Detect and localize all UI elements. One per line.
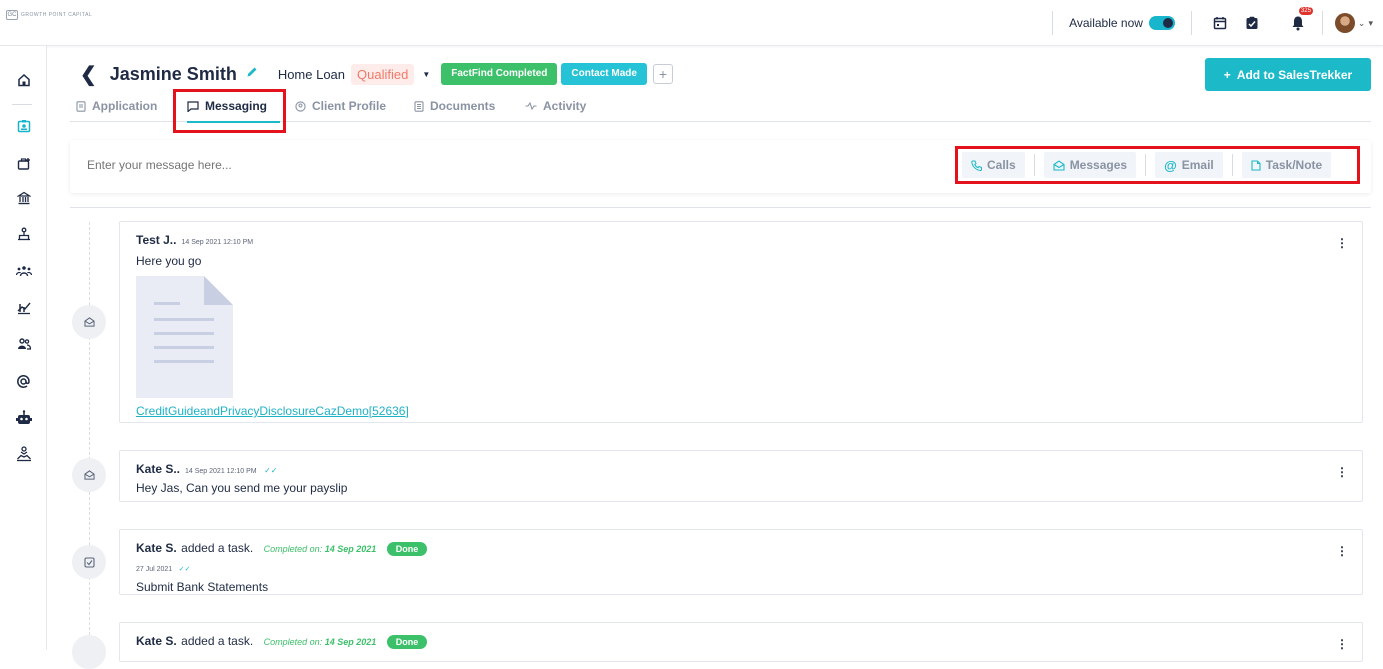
more-options-icon[interactable]: ⋮ bbox=[1336, 544, 1348, 558]
at-icon[interactable] bbox=[0, 369, 47, 393]
profile-icon bbox=[295, 100, 306, 112]
message-author[interactable]: Kate S.. bbox=[136, 462, 180, 476]
task-action: added a task. bbox=[181, 541, 254, 555]
completed-date: 14 Sep 2021 bbox=[324, 544, 377, 554]
completed-label: Completed on: bbox=[263, 637, 323, 647]
tab-application-label: Application bbox=[92, 99, 158, 113]
more-options-icon[interactable]: ⋮ bbox=[1336, 637, 1348, 651]
avatar[interactable] bbox=[1334, 13, 1355, 33]
document-icon bbox=[76, 100, 86, 112]
logo-mark: GC bbox=[6, 10, 18, 20]
task-author[interactable]: Kate S. bbox=[136, 541, 177, 555]
task-timeline-dot bbox=[72, 545, 106, 579]
double-check-icon: ✓✓ bbox=[178, 566, 191, 573]
clients-icon[interactable] bbox=[0, 114, 47, 138]
more-options-icon[interactable]: ⋮ bbox=[1336, 236, 1348, 250]
client-name: Jasmine Smith bbox=[109, 63, 237, 84]
attachment-link[interactable]: CreditGuideandPrivacyDisclosureCazDemo[5… bbox=[136, 404, 409, 418]
highlight-box-composer-actions bbox=[955, 146, 1360, 184]
analytics-icon[interactable] bbox=[0, 296, 47, 320]
user-menu[interactable]: ⌄ ▾ bbox=[1323, 13, 1383, 33]
message-input[interactable] bbox=[87, 158, 587, 172]
completed-info: Completed on: 14 Sep 2021 bbox=[264, 637, 377, 647]
availability-label: Available now bbox=[1069, 16, 1143, 30]
briefcase-add-icon[interactable] bbox=[0, 152, 47, 176]
status-badge: Qualified bbox=[351, 63, 415, 85]
done-badge: Done bbox=[386, 635, 428, 649]
company-logo[interactable]: GC GROWTH POINT CAPITAL bbox=[6, 10, 92, 20]
envelope-icon bbox=[83, 317, 95, 327]
tab-activity[interactable]: Activity bbox=[525, 90, 586, 122]
contact-made-pill[interactable]: Contact Made bbox=[561, 63, 647, 85]
task-text: Submit Bank Statements bbox=[136, 580, 269, 594]
add-stage-button[interactable]: + bbox=[652, 64, 673, 84]
back-arrow-icon[interactable]: ❮ bbox=[80, 62, 97, 87]
home-icon[interactable] bbox=[0, 68, 47, 92]
tab-client-profile-label: Client Profile bbox=[312, 99, 387, 113]
message-author[interactable]: Test J.. bbox=[136, 233, 176, 247]
availability-toggle-group[interactable]: Available now bbox=[1053, 16, 1191, 30]
sidebar bbox=[0, 46, 47, 650]
factfind-completed-pill[interactable]: FactFind Completed bbox=[441, 63, 558, 85]
client-header: ❮ Jasmine Smith Home Loan Qualified ▼ Fa… bbox=[70, 58, 673, 90]
bank-icon[interactable] bbox=[0, 186, 47, 210]
message-card: Kate S.. 14 Sep 2021 12:10 PM ✓✓ Hey Jas,… bbox=[119, 450, 1363, 502]
task-author[interactable]: Kate S. bbox=[136, 634, 177, 648]
timeline-line bbox=[89, 222, 90, 650]
notification-bell-icon[interactable]: 325 bbox=[1282, 0, 1314, 46]
task-check-icon bbox=[83, 556, 95, 568]
completed-label: Completed on: bbox=[263, 544, 323, 554]
message-text: Hey Jas, Can you send me your payslip bbox=[136, 481, 348, 495]
plus-icon: + bbox=[1223, 67, 1231, 82]
sidebar-divider bbox=[12, 104, 32, 105]
tab-activity-label: Activity bbox=[543, 99, 587, 113]
robot-icon[interactable] bbox=[0, 405, 47, 429]
task-check-icon[interactable] bbox=[1236, 0, 1268, 46]
hierarchy-icon[interactable] bbox=[0, 222, 47, 246]
divider bbox=[70, 207, 1371, 208]
loan-type: Home Loan bbox=[277, 66, 346, 82]
tab-documents-label: Documents bbox=[430, 99, 496, 113]
done-badge: Done bbox=[386, 542, 428, 556]
message-timestamp: 14 Sep 2021 12:10 PM bbox=[185, 468, 257, 475]
envelope-icon bbox=[83, 470, 95, 480]
task-action: added a task. bbox=[181, 634, 254, 648]
highlight-box-messaging-tab bbox=[173, 89, 286, 133]
tab-application[interactable]: Application bbox=[76, 90, 157, 122]
activity-icon bbox=[525, 101, 537, 111]
caret-down-icon: ▾ bbox=[1368, 17, 1373, 28]
top-bar: GC GROWTH POINT CAPITAL Available now 32… bbox=[0, 0, 1383, 46]
message-text: Here you go bbox=[136, 254, 202, 268]
handshake-icon[interactable] bbox=[0, 442, 47, 466]
message-timeline-dot bbox=[72, 305, 106, 339]
add-to-salestrekker-button[interactable]: + Add to SalesTrekker bbox=[1205, 58, 1371, 91]
logo-text: GROWTH POINT CAPITAL bbox=[21, 12, 93, 18]
message-timestamp: 14 Sep 2021 12:10 PM bbox=[181, 239, 254, 246]
calendar-icon[interactable] bbox=[1204, 0, 1236, 46]
more-options-icon[interactable]: ⋮ bbox=[1336, 465, 1348, 479]
task-card: Kate S. added a task. Completed on: 14 S… bbox=[119, 529, 1363, 595]
double-check-icon: ✓✓ bbox=[264, 466, 278, 475]
task-date: 27 Jul 2021 bbox=[136, 566, 173, 573]
divider bbox=[1190, 11, 1192, 35]
notification-badge: 325 bbox=[1298, 7, 1313, 15]
tab-documents[interactable]: Documents bbox=[414, 90, 495, 122]
completed-info: Completed on: 14 Sep 2021 bbox=[264, 544, 377, 554]
message-timeline-dot bbox=[72, 458, 106, 492]
chevron-down-icon: ⌄ bbox=[1357, 17, 1366, 28]
completed-date: 14 Sep 2021 bbox=[324, 637, 377, 647]
users-icon[interactable] bbox=[0, 332, 47, 356]
message-card: Test J.. 14 Sep 2021 12:10 PM Here you go… bbox=[119, 221, 1363, 423]
tab-client-profile[interactable]: Client Profile bbox=[295, 90, 386, 122]
add-to-salestrekker-label: Add to SalesTrekker bbox=[1236, 67, 1353, 82]
task-card: Kate S. added a task. Completed on: 14 S… bbox=[119, 622, 1363, 662]
documents-icon bbox=[414, 100, 424, 112]
availability-toggle[interactable] bbox=[1148, 16, 1175, 30]
task-timeline-dot bbox=[72, 635, 106, 669]
status-dropdown-icon[interactable]: ▼ bbox=[422, 70, 430, 79]
top-right-controls: Available now 325 ⌄ ▾ bbox=[1052, 0, 1383, 46]
team-icon[interactable] bbox=[0, 259, 47, 283]
edit-pencil-icon[interactable] bbox=[246, 65, 258, 83]
file-thumbnail-icon[interactable] bbox=[136, 276, 233, 398]
